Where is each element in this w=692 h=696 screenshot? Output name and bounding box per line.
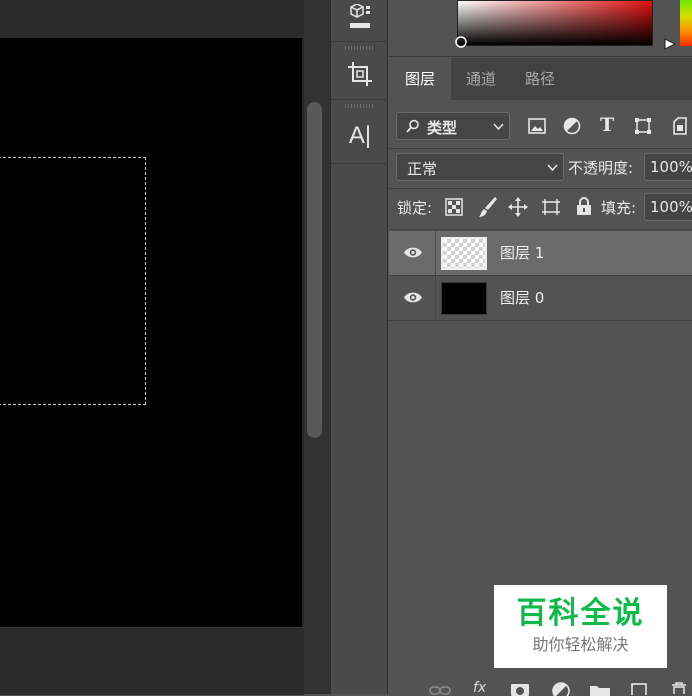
shape-filter-icon[interactable] bbox=[634, 117, 652, 135]
hue-slider-arrow-icon[interactable] bbox=[664, 38, 676, 50]
layer-row[interactable]: 图层 1 bbox=[389, 231, 692, 276]
trash-icon[interactable] bbox=[671, 681, 687, 694]
character-panel-button[interactable]: A| bbox=[331, 114, 389, 158]
smart-object-filter-icon[interactable] bbox=[672, 116, 688, 136]
column-divider bbox=[435, 231, 436, 275]
lock-position-move-icon[interactable] bbox=[508, 197, 528, 217]
tab-layers[interactable]: 图层 bbox=[389, 58, 451, 100]
tab-paths[interactable]: 路径 bbox=[511, 58, 569, 100]
fill-label: 填充: bbox=[601, 199, 637, 217]
image-filter-icon[interactable] bbox=[528, 118, 546, 134]
color-picker-field[interactable] bbox=[455, 0, 653, 48]
watermark-subtitle: 助你轻松解决 bbox=[532, 635, 629, 654]
hue-slider[interactable] bbox=[680, 0, 692, 46]
panel-divider bbox=[389, 148, 692, 149]
new-layer-icon[interactable] bbox=[631, 683, 647, 695]
layer-thumbnail[interactable] bbox=[441, 237, 487, 270]
eye-visibility-icon[interactable] bbox=[403, 246, 423, 259]
marquee-selection[interactable] bbox=[0, 157, 146, 405]
chevron-down-icon bbox=[547, 164, 558, 172]
drag-grip[interactable] bbox=[345, 104, 375, 108]
3d-object-button[interactable] bbox=[331, 0, 389, 36]
lock-label: 锁定: bbox=[397, 199, 433, 217]
type-filter-icon[interactable]: T bbox=[600, 114, 614, 136]
layer-filter-select[interactable]: 类型 bbox=[396, 112, 510, 140]
filter-type-label: 类型 bbox=[427, 119, 458, 137]
canvas-pasteboard-top bbox=[0, 0, 304, 38]
layer-name[interactable]: 图层 1 bbox=[500, 231, 544, 275]
lock-image-pixels-brush-icon[interactable] bbox=[478, 196, 498, 218]
panel-divider bbox=[389, 56, 692, 57]
lock-transparent-pixels-icon[interactable] bbox=[445, 198, 463, 216]
layer-thumbnail[interactable] bbox=[441, 282, 487, 315]
column-divider bbox=[435, 276, 436, 320]
opacity-label: 不透明度: bbox=[568, 159, 634, 177]
layers-bottom-toolbar: fx bbox=[389, 676, 692, 696]
layer-name[interactable]: 图层 0 bbox=[500, 276, 544, 320]
blend-mode-select[interactable]: 正常 bbox=[396, 153, 564, 181]
color-picker-cursor-icon bbox=[455, 36, 467, 48]
panel-divider bbox=[389, 188, 692, 189]
opacity-field[interactable]: 100% bbox=[644, 153, 692, 181]
watermark-title: 百科全说 bbox=[516, 596, 645, 631]
watermark-logo: 百科全说 助你轻松解决 bbox=[494, 585, 667, 668]
folder-icon[interactable] bbox=[590, 684, 610, 696]
panel-divider bbox=[389, 229, 692, 230]
blend-mode-value: 正常 bbox=[407, 160, 438, 178]
lock-artboard-icon[interactable] bbox=[540, 197, 562, 217]
crop-icon bbox=[348, 62, 372, 86]
lock-all-icon[interactable] bbox=[576, 197, 592, 216]
opacity-value: 100% bbox=[650, 158, 692, 176]
crop-tool-button[interactable] bbox=[331, 52, 389, 96]
fill-field[interactable]: 100% bbox=[644, 193, 692, 221]
character-panel-label: A| bbox=[348, 122, 372, 149]
canvas-pasteboard-bottom bbox=[0, 627, 304, 695]
tool-divider bbox=[331, 41, 389, 42]
drag-grip[interactable] bbox=[345, 46, 375, 50]
tool-divider bbox=[331, 99, 389, 100]
chevron-down-icon bbox=[493, 123, 504, 131]
3d-cube-icon bbox=[350, 4, 370, 28]
eye-visibility-icon[interactable] bbox=[403, 291, 423, 304]
fill-value: 100% bbox=[650, 198, 692, 216]
adjustment-filter-icon[interactable] bbox=[563, 117, 581, 135]
layers-tab-bar: 图层 通道 路径 bbox=[389, 58, 692, 100]
canvas-scroll-thumb[interactable] bbox=[307, 102, 322, 438]
tool-divider bbox=[331, 163, 389, 164]
layer-row[interactable]: 图层 0 bbox=[389, 276, 692, 321]
tab-channels[interactable]: 通道 bbox=[451, 58, 511, 100]
panel-tool-strip: A| bbox=[330, 0, 389, 694]
mask-icon[interactable] bbox=[511, 684, 529, 696]
search-icon bbox=[406, 119, 419, 133]
